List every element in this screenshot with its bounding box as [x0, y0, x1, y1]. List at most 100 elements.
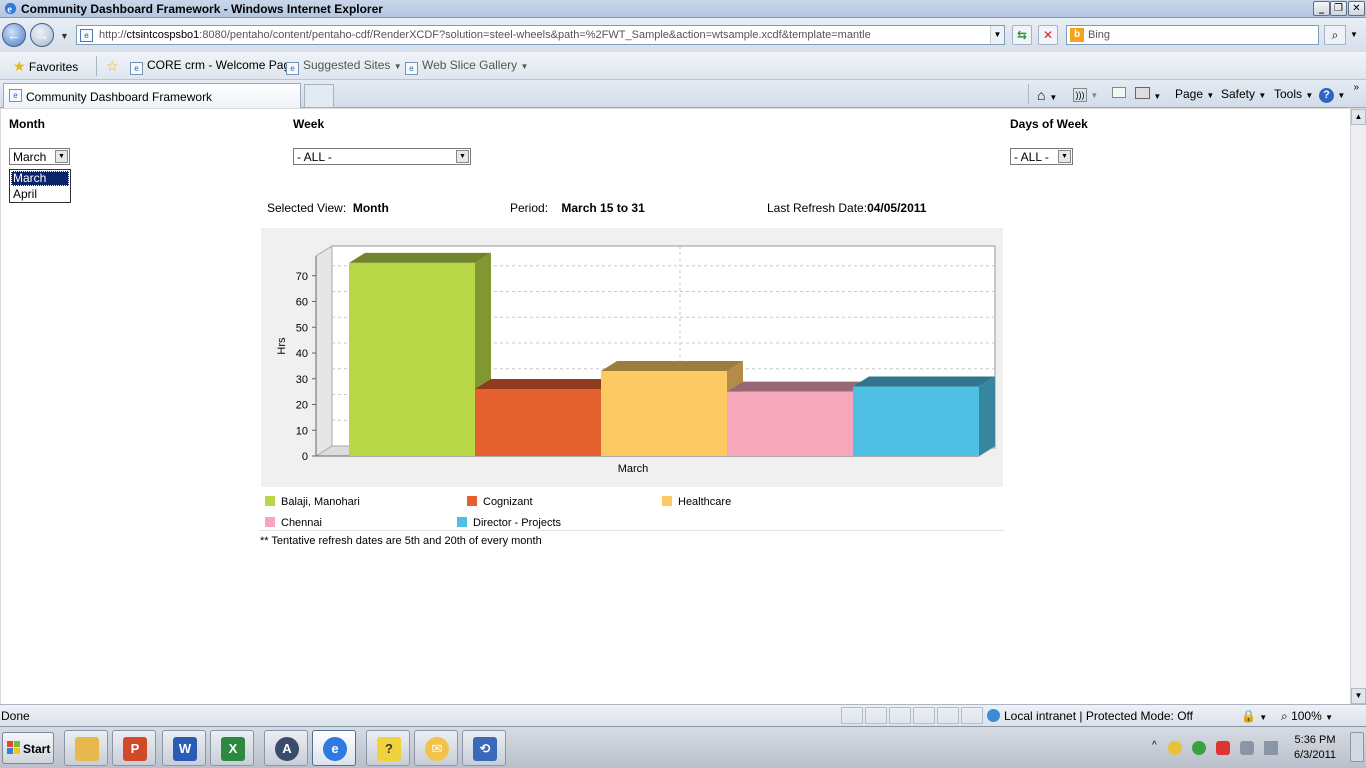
- show-desktop-button[interactable]: [1350, 732, 1364, 762]
- month-select[interactable]: March ▼: [9, 148, 70, 165]
- last-refresh-date: Last Refresh Date:04/05/2011: [767, 201, 927, 215]
- status-text: Done: [1, 709, 30, 723]
- bar: [853, 386, 979, 456]
- tray-messenger-icon[interactable]: [1192, 741, 1206, 755]
- legend-item: Balaji, Manohari: [265, 496, 360, 508]
- page-icon: e: [405, 62, 418, 75]
- security-zone[interactable]: Local intranet | Protected Mode: Off: [987, 709, 1193, 723]
- network-icon[interactable]: [1240, 741, 1254, 755]
- search-input[interactable]: b Bing: [1066, 25, 1319, 45]
- y-tick-label: 10: [296, 425, 308, 437]
- taskbar-outlook[interactable]: ✉: [414, 730, 458, 766]
- favorite-link-suggested-sites[interactable]: e Suggested Sites ▼: [286, 58, 402, 75]
- close-button[interactable]: ✕: [1348, 1, 1365, 16]
- bar-top: [349, 252, 491, 263]
- clock[interactable]: 5:36 PM 6/3/2011: [1290, 733, 1340, 763]
- tools-menu[interactable]: Tools ▼: [1274, 87, 1313, 101]
- y-tick-label: 20: [296, 400, 308, 412]
- page-menu[interactable]: Page ▼: [1175, 87, 1214, 101]
- y-tick-label: 30: [296, 374, 308, 386]
- help-icon: ?: [1319, 88, 1334, 103]
- rss-icon: ))): [1073, 88, 1087, 102]
- stop-button[interactable]: ✕: [1038, 25, 1058, 45]
- url-input[interactable]: e http://ctsintcospsbo1:8080/pentaho/con…: [76, 25, 1005, 45]
- x-category-label: March: [618, 463, 649, 475]
- legend-label: Cognizant: [483, 496, 533, 508]
- legend-swatch: [265, 517, 275, 527]
- forward-button[interactable]: →: [30, 23, 54, 47]
- taskbar: Start P W X A e ? ✉ ⟲ ^ 5:36 PM 6/3/2011: [0, 726, 1366, 768]
- period: Period: March 15 to 31: [510, 201, 645, 215]
- start-button[interactable]: Start: [2, 732, 54, 764]
- zoom-level[interactable]: ⌕ 100% ▼: [1281, 709, 1333, 724]
- legend-swatch: [467, 496, 477, 506]
- month-option-march[interactable]: March: [11, 171, 69, 186]
- taskbar-powerpoint[interactable]: P: [112, 730, 156, 766]
- taskbar-internet-explorer[interactable]: e: [312, 730, 356, 766]
- taskbar-excel[interactable]: X: [210, 730, 254, 766]
- home-button[interactable]: ⌂ ▼: [1037, 87, 1057, 103]
- system-tray: ^ 5:36 PM 6/3/2011: [1144, 730, 1366, 767]
- chevron-down-icon: ▼: [393, 62, 402, 71]
- windows-logo-icon: [7, 741, 20, 754]
- legend-label: Healthcare: [678, 496, 732, 508]
- favorites-bar: ★ Favorites ☆ e CORE crm - Welcome Page e…: [0, 52, 1366, 80]
- bar: [727, 391, 853, 456]
- month-label: Month: [9, 117, 45, 131]
- chevron-down-icon: ▼: [520, 62, 529, 71]
- status-pane: [937, 707, 959, 724]
- favorites-button[interactable]: ★ Favorites: [13, 58, 78, 75]
- days-of-week-select[interactable]: - ALL - ▼: [1010, 148, 1073, 165]
- y-tick-label: 0: [302, 451, 308, 463]
- taskbar-help[interactable]: ?: [366, 730, 410, 766]
- y-tick-label: 40: [296, 348, 308, 360]
- protected-mode-icon[interactable]: 🔒 ▼: [1241, 709, 1267, 723]
- search-options-chevron-icon[interactable]: ▼: [1350, 30, 1358, 39]
- tab-row: e Community Dashboard Framework ⌂ ▼ ))) …: [0, 80, 1366, 108]
- tab-community-dashboard[interactable]: e Community Dashboard Framework: [3, 83, 301, 108]
- divider: [1028, 84, 1029, 104]
- help-button[interactable]: ? ▼: [1319, 87, 1345, 103]
- taskbar-app[interactable]: A: [264, 730, 308, 766]
- bar-side: [979, 376, 995, 456]
- chevron-down-icon: ▼: [1058, 150, 1071, 163]
- printer-icon: [1135, 87, 1150, 99]
- status-bar: Done Local intranet | Protected Mode: Of…: [0, 704, 1366, 726]
- back-button[interactable]: ←: [2, 23, 26, 47]
- app-icon: A: [275, 737, 299, 761]
- url-dropdown-icon[interactable]: ▼: [990, 26, 1004, 44]
- minimize-button[interactable]: _: [1313, 1, 1330, 16]
- bar-top: [727, 381, 869, 392]
- feeds-button[interactable]: ))) ▼: [1073, 87, 1098, 102]
- show-hidden-icons-icon[interactable]: ^: [1152, 740, 1166, 754]
- vertical-scrollbar[interactable]: ▲ ▼: [1350, 109, 1366, 704]
- selected-view: Selected View: Month: [267, 201, 389, 215]
- ie-logo-icon: e: [4, 2, 17, 15]
- favorite-link-web-slice-gallery[interactable]: e Web Slice Gallery ▼: [405, 58, 528, 75]
- recent-pages-chevron-icon[interactable]: ▼: [60, 31, 69, 41]
- bar: [601, 371, 727, 456]
- refresh-button[interactable]: ⇆: [1012, 25, 1032, 45]
- favorite-link-core-crm[interactable]: e CORE crm - Welcome Page: [130, 58, 297, 75]
- bar-top: [601, 361, 743, 372]
- safety-menu[interactable]: Safety ▼: [1221, 87, 1266, 101]
- month-option-april[interactable]: April: [11, 187, 69, 202]
- restore-button[interactable]: ❐: [1330, 1, 1347, 16]
- read-mail-button[interactable]: [1112, 87, 1126, 101]
- stop-icon: ✕: [1042, 28, 1054, 42]
- tray-security-icon[interactable]: [1216, 741, 1230, 755]
- taskbar-explorer[interactable]: [64, 730, 108, 766]
- volume-icon[interactable]: [1264, 741, 1278, 755]
- add-favorite-icon[interactable]: ☆: [106, 58, 119, 75]
- search-button[interactable]: ⌕: [1324, 25, 1346, 45]
- more-commands-chevron-icon[interactable]: »: [1353, 82, 1359, 93]
- y-axis-label: Hrs: [276, 337, 288, 355]
- taskbar-sync[interactable]: ⟲: [462, 730, 506, 766]
- tray-app-icon[interactable]: [1168, 741, 1182, 755]
- new-tab-button[interactable]: [304, 84, 334, 108]
- scroll-up-icon[interactable]: ▲: [1351, 109, 1366, 125]
- scroll-down-icon[interactable]: ▼: [1351, 688, 1366, 704]
- print-button[interactable]: ▼: [1135, 87, 1161, 102]
- taskbar-word[interactable]: W: [162, 730, 206, 766]
- week-select[interactable]: - ALL - ▼: [293, 148, 471, 165]
